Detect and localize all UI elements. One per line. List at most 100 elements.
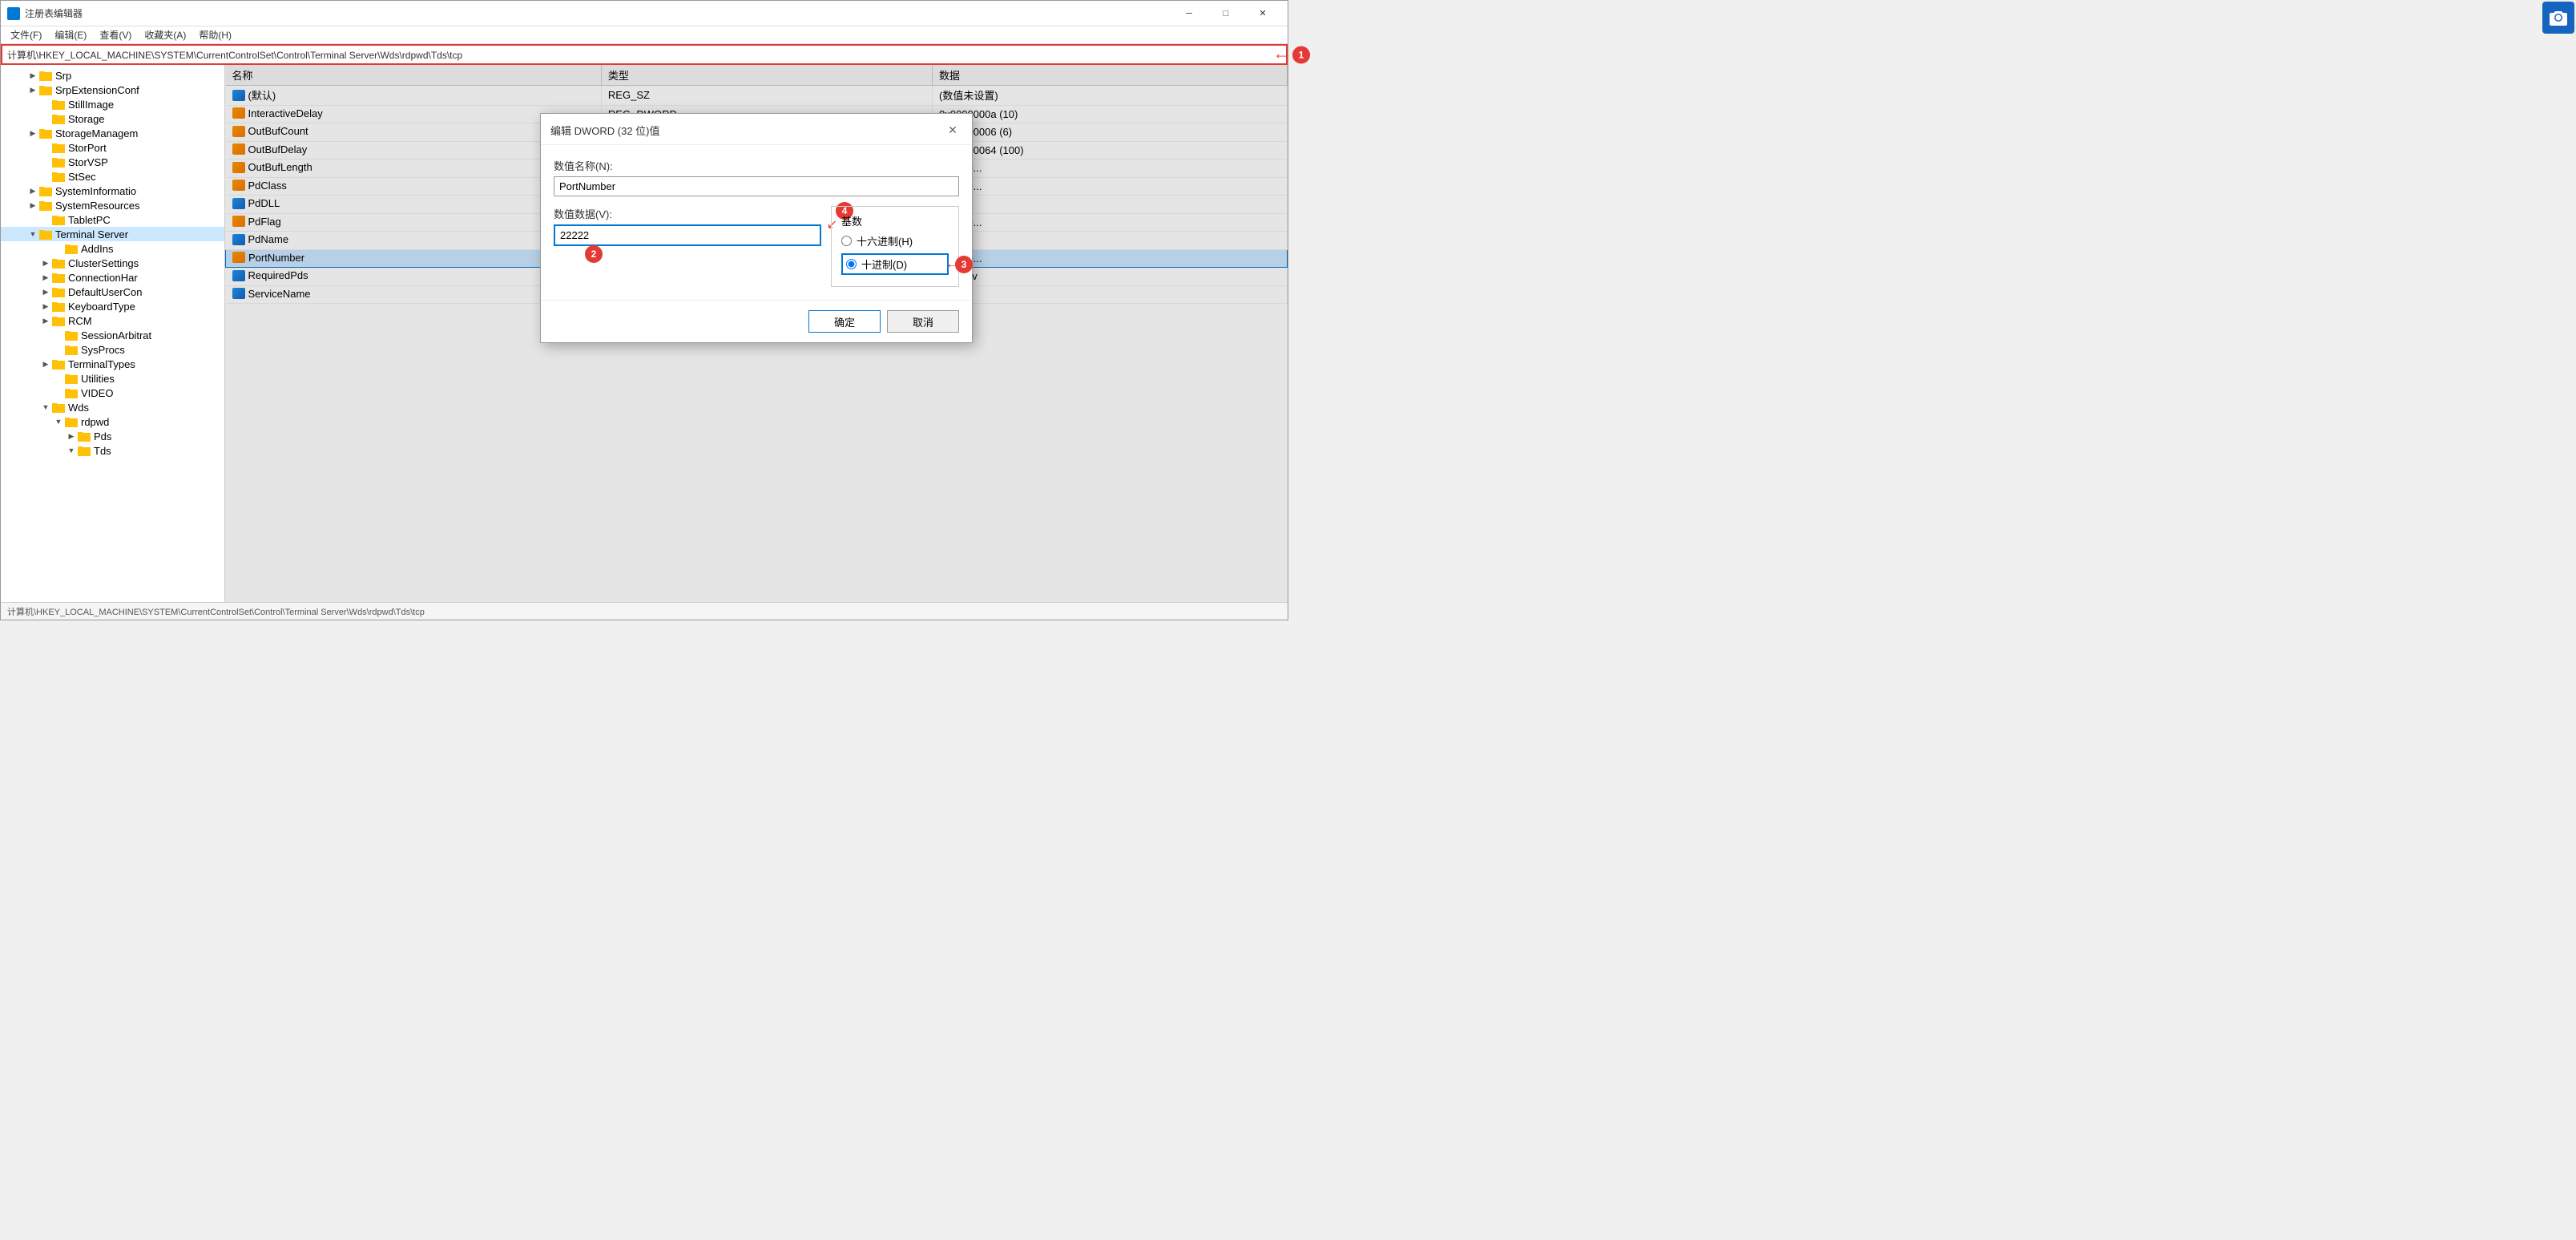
tree-label-pds: Pds: [94, 430, 111, 442]
menu-favorites[interactable]: 收藏夹(A): [138, 26, 192, 43]
close-button[interactable]: ✕: [1244, 1, 1281, 26]
tree-item-rcm[interactable]: ▶ RCM: [1, 313, 224, 328]
dec-label: 十进制(D): [861, 256, 907, 272]
tree-item-srp[interactable]: ▶ Srp: [1, 68, 224, 83]
dialog-body: 数值名称(N): 数值数据(V): 4 ↙: [541, 145, 972, 300]
tree-item-clustersettings[interactable]: ▶ ClusterSettings: [1, 256, 224, 270]
tree-panel[interactable]: ▶ Srp ▶ SrpExtensionConf ▶ StillImage: [1, 65, 225, 602]
tree-item-terminaltypes[interactable]: ▶ TerminalTypes: [1, 357, 224, 371]
expand-cluster[interactable]: ▶: [39, 256, 52, 269]
tree-item-srp-ext[interactable]: ▶ SrpExtensionConf: [1, 83, 224, 97]
address-text: 计算机\HKEY_LOCAL_MACHINE\SYSTEM\CurrentCon…: [7, 48, 462, 62]
expand-wds[interactable]: ▼: [39, 401, 52, 414]
tree-label-storvsp: StorVSP: [68, 156, 108, 168]
tree-label-stillimage: StillImage: [68, 99, 114, 111]
expand-rdpwd[interactable]: ▼: [52, 415, 65, 428]
dialog-close-button[interactable]: ✕: [943, 120, 962, 139]
folder-icon-utilities: [65, 372, 78, 385]
folder-icon-tabletpc: [52, 213, 65, 226]
hex-radio[interactable]: [841, 236, 852, 246]
tree-item-stormanage[interactable]: ▶ StorageManagem: [1, 126, 224, 140]
expand-sysinfo[interactable]: ▶: [26, 184, 39, 197]
folder-icon-stillimage: [52, 98, 65, 111]
maximize-button[interactable]: □: [1207, 1, 1244, 26]
tree-label-keyboard: KeyboardType: [68, 301, 135, 313]
folder-icon-addins: [65, 242, 78, 255]
menu-bar: 文件(F) 编辑(E) 查看(V) 收藏夹(A) 帮助(H): [1, 26, 1288, 44]
expand-stormanage[interactable]: ▶: [26, 127, 39, 139]
tree-item-pds[interactable]: ▶ Pds: [1, 429, 224, 443]
hex-radio-label[interactable]: 十六进制(H): [841, 233, 949, 248]
tree-item-sessionarb[interactable]: ▶ SessionArbitrat: [1, 328, 224, 342]
expand-tds[interactable]: ▼: [65, 444, 78, 457]
folder-icon-connhar: [52, 271, 65, 284]
dec-radio[interactable]: [846, 259, 857, 269]
tree-item-rdpwd[interactable]: ▼ rdpwd: [1, 414, 224, 429]
folder-icon-sessionarb: [65, 329, 78, 341]
minimize-button[interactable]: ─: [1171, 1, 1207, 26]
annotation-2: 2: [585, 245, 603, 263]
edit-dword-dialog[interactable]: 编辑 DWORD (32 位)值 ✕ 数值名称(N): 数值数据(V):: [540, 113, 973, 343]
tree-item-tds[interactable]: ▼ Tds: [1, 443, 224, 458]
camera-icon: [2542, 2, 2574, 34]
folder-icon-srp-ext: [39, 83, 52, 96]
expand-srp[interactable]: ▶: [26, 69, 39, 82]
tree-item-wds[interactable]: ▼ Wds: [1, 400, 224, 414]
dec-radio-label[interactable]: 十进制(D) 3 ←: [841, 253, 949, 275]
tree-item-addins[interactable]: ▶ AddIns: [1, 241, 224, 256]
expand-srp-ext[interactable]: ▶: [26, 83, 39, 96]
folder-icon-stormanage: [39, 127, 52, 139]
tree-item-defaultusercon[interactable]: ▶ DefaultUserCon: [1, 285, 224, 299]
menu-edit[interactable]: 编辑(E): [48, 26, 93, 43]
value-data-label: 数值数据(V):: [554, 206, 821, 221]
tree-label-sessionarb: SessionArbitrat: [81, 329, 151, 341]
dialog-title-bar: 编辑 DWORD (32 位)值 ✕: [541, 114, 972, 145]
title-bar: 注册表编辑器 ─ □ ✕: [1, 1, 1288, 26]
folder-icon-keyboard: [52, 300, 65, 313]
expand-connhar[interactable]: ▶: [39, 271, 52, 284]
address-bar: 计算机\HKEY_LOCAL_MACHINE\SYSTEM\CurrentCon…: [1, 44, 1288, 65]
folder-icon-sysres: [39, 199, 52, 212]
cancel-button[interactable]: 取消: [887, 310, 959, 333]
status-bar: 计算机\HKEY_LOCAL_MACHINE\SYSTEM\CurrentCon…: [1, 602, 1288, 620]
folder-icon-defaultuser: [52, 285, 65, 298]
tree-item-keyboardtype[interactable]: ▶ KeyboardType: [1, 299, 224, 313]
tree-item-storvsp[interactable]: ▶ StorVSP: [1, 155, 224, 169]
tree-item-storport[interactable]: ▶ StorPort: [1, 140, 224, 155]
tree-label-sysres: SystemResources: [55, 200, 139, 212]
tree-label-srp-ext: SrpExtensionConf: [55, 84, 139, 96]
folder-icon-storage: [52, 112, 65, 125]
folder-icon-srp: [39, 69, 52, 82]
expand-rcm[interactable]: ▶: [39, 314, 52, 327]
tree-item-utilities[interactable]: ▶ Utilities: [1, 371, 224, 386]
tree-item-storage[interactable]: ▶ Storage: [1, 111, 224, 126]
ok-button[interactable]: 确定: [808, 310, 881, 333]
expand-keyboard[interactable]: ▶: [39, 300, 52, 313]
tree-item-connectionhar[interactable]: ▶ ConnectionHar: [1, 270, 224, 285]
value-name-input[interactable]: [554, 176, 959, 196]
registry-panel: 名称 类型 数据 (默认) REG_SZ (数值未设置): [225, 65, 1288, 602]
expand-pds[interactable]: ▶: [65, 430, 78, 442]
dialog-footer: 确定 取消: [541, 300, 972, 342]
menu-view[interactable]: 查看(V): [93, 26, 138, 43]
tree-item-tabletpc[interactable]: ▶ TabletPC: [1, 212, 224, 227]
tree-item-terminal-server[interactable]: ▼ Terminal Server: [1, 227, 224, 241]
menu-help[interactable]: 帮助(H): [192, 26, 238, 43]
base-section: 基数 十六进制(H) 十进制(D) 3: [831, 206, 959, 287]
expand-sysres[interactable]: ▶: [26, 199, 39, 212]
tree-item-sysprocs[interactable]: ▶ SysProcs: [1, 342, 224, 357]
expand-terminal-server[interactable]: ▼: [26, 228, 39, 240]
tree-item-video[interactable]: ▶ VIDEO: [1, 386, 224, 400]
tree-item-stillimage[interactable]: ▶ StillImage: [1, 97, 224, 111]
expand-defaultuser[interactable]: ▶: [39, 285, 52, 298]
tree-item-stsec[interactable]: ▶ StSec: [1, 169, 224, 184]
tree-item-sysres[interactable]: ▶ SystemResources: [1, 198, 224, 212]
tree-label-wds: Wds: [68, 402, 89, 414]
value-data-input[interactable]: [554, 224, 821, 246]
hex-label: 十六进制(H): [857, 233, 913, 248]
value-data-row: 数值数据(V): 4 ↙ 基数: [554, 206, 959, 287]
tree-item-sysinfo[interactable]: ▶ SystemInformatio: [1, 184, 224, 198]
value-name-label: 数值名称(N):: [554, 158, 959, 173]
menu-file[interactable]: 文件(F): [4, 26, 48, 43]
expand-terminaltypes[interactable]: ▶: [39, 357, 52, 370]
